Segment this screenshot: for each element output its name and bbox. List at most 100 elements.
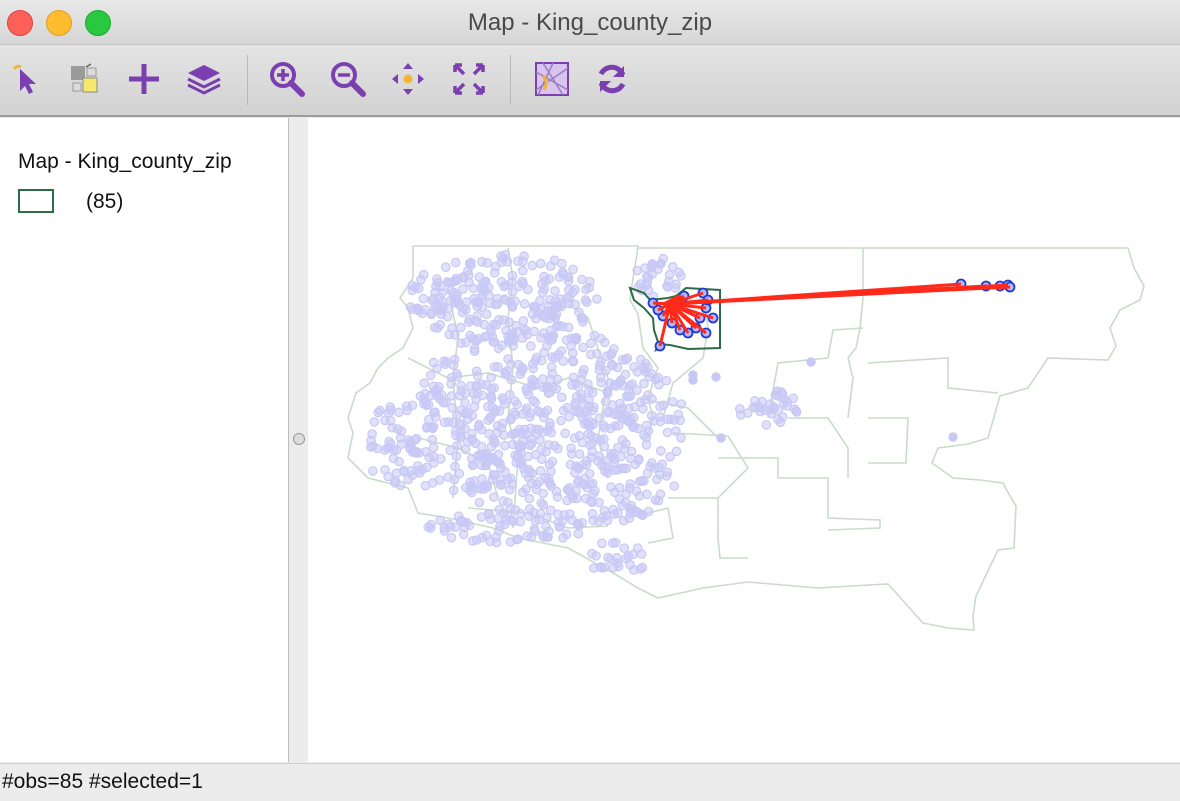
observation-point[interactable] bbox=[521, 383, 532, 394]
observation-point[interactable] bbox=[637, 562, 648, 573]
observation-point[interactable] bbox=[711, 372, 721, 382]
legend-swatch[interactable] bbox=[18, 189, 54, 213]
observation-point[interactable] bbox=[653, 372, 663, 383]
observation-point[interactable] bbox=[652, 474, 662, 485]
observation-point[interactable] bbox=[499, 430, 509, 440]
observation-point[interactable] bbox=[452, 290, 462, 301]
observation-point[interactable] bbox=[542, 512, 552, 523]
observation-point[interactable] bbox=[455, 322, 466, 333]
observation-point[interactable] bbox=[688, 375, 698, 385]
observation-point[interactable] bbox=[527, 374, 537, 385]
observation-point[interactable] bbox=[428, 442, 439, 453]
observation-point[interactable] bbox=[655, 401, 665, 412]
add-layer-button[interactable] bbox=[122, 57, 166, 101]
observation-point[interactable] bbox=[523, 284, 533, 295]
observation-point[interactable] bbox=[620, 438, 631, 449]
observation-point[interactable] bbox=[535, 465, 546, 476]
observation-point[interactable] bbox=[518, 487, 528, 498]
observation-point[interactable] bbox=[543, 532, 553, 542]
observation-point[interactable] bbox=[573, 528, 584, 539]
observation-point[interactable] bbox=[610, 421, 620, 431]
observation-point[interactable] bbox=[603, 552, 613, 563]
observation-point[interactable] bbox=[539, 284, 549, 294]
observation-point[interactable] bbox=[511, 457, 522, 468]
observation-point[interactable] bbox=[632, 265, 642, 276]
observation-point[interactable] bbox=[579, 365, 589, 375]
observation-point[interactable] bbox=[490, 438, 500, 448]
observation-point[interactable] bbox=[618, 515, 629, 526]
observation-point[interactable] bbox=[510, 396, 520, 406]
observation-point[interactable] bbox=[623, 391, 634, 402]
observation-point[interactable] bbox=[507, 270, 518, 281]
observation-point[interactable] bbox=[524, 493, 535, 504]
observation-point[interactable] bbox=[383, 471, 393, 482]
observation-point[interactable] bbox=[528, 363, 538, 374]
observation-point[interactable] bbox=[545, 374, 556, 385]
observation-point[interactable] bbox=[643, 390, 653, 400]
observation-point[interactable] bbox=[470, 315, 481, 326]
observation-point[interactable] bbox=[637, 510, 648, 520]
observation-point[interactable] bbox=[485, 536, 495, 547]
observation-point[interactable] bbox=[588, 515, 598, 526]
observation-point[interactable] bbox=[391, 468, 402, 478]
observation-point[interactable] bbox=[568, 356, 579, 367]
observation-point[interactable] bbox=[534, 476, 545, 487]
full-extent-button[interactable] bbox=[447, 57, 491, 101]
observation-point[interactable] bbox=[500, 440, 510, 451]
observation-point[interactable] bbox=[588, 405, 598, 416]
observation-point[interactable] bbox=[608, 504, 618, 515]
observation-point[interactable] bbox=[500, 280, 511, 290]
observation-point[interactable] bbox=[499, 519, 510, 530]
observation-point[interactable] bbox=[596, 377, 606, 388]
observation-point[interactable] bbox=[448, 417, 458, 428]
observation-point[interactable] bbox=[600, 461, 610, 472]
observation-point[interactable] bbox=[426, 309, 437, 320]
observation-point[interactable] bbox=[608, 562, 619, 573]
observation-point[interactable] bbox=[638, 403, 648, 414]
observation-point[interactable] bbox=[543, 425, 553, 436]
observation-point[interactable] bbox=[372, 443, 383, 454]
observation-point[interactable] bbox=[529, 301, 540, 312]
observation-point[interactable] bbox=[461, 337, 471, 348]
observation-point[interactable] bbox=[545, 387, 555, 398]
observation-point[interactable] bbox=[645, 461, 655, 472]
observation-point[interactable] bbox=[382, 443, 392, 453]
observation-point[interactable] bbox=[447, 323, 457, 333]
observation-point[interactable] bbox=[655, 445, 666, 456]
observation-point[interactable] bbox=[574, 475, 584, 486]
observation-point[interactable] bbox=[441, 397, 451, 408]
observation-point[interactable] bbox=[503, 474, 513, 485]
observation-point[interactable] bbox=[640, 358, 651, 369]
observation-point[interactable] bbox=[519, 299, 530, 309]
observation-point[interactable] bbox=[624, 483, 635, 493]
observation-point[interactable] bbox=[498, 418, 508, 429]
observation-point[interactable] bbox=[581, 297, 592, 307]
observation-point[interactable] bbox=[766, 408, 776, 419]
observation-point[interactable] bbox=[676, 432, 686, 443]
observation-point[interactable] bbox=[505, 537, 516, 547]
observation-point[interactable] bbox=[674, 267, 684, 278]
observation-point[interactable] bbox=[474, 497, 485, 508]
map-view[interactable] bbox=[308, 118, 1180, 762]
observation-point[interactable] bbox=[553, 443, 563, 454]
observation-point[interactable] bbox=[489, 268, 500, 278]
refresh-button[interactable] bbox=[590, 57, 634, 101]
observation-point[interactable] bbox=[513, 256, 523, 266]
layers-button[interactable] bbox=[182, 57, 226, 101]
observation-point[interactable] bbox=[602, 387, 613, 398]
observation-point[interactable] bbox=[647, 261, 657, 272]
observation-point[interactable] bbox=[646, 410, 657, 421]
observation-point[interactable] bbox=[537, 454, 547, 464]
observation-point[interactable] bbox=[498, 395, 509, 405]
panel-splitter[interactable] bbox=[289, 118, 307, 762]
observation-point[interactable] bbox=[506, 359, 516, 369]
observation-point[interactable] bbox=[456, 432, 467, 442]
observation-point[interactable] bbox=[525, 411, 535, 422]
observation-point[interactable] bbox=[545, 261, 556, 271]
observation-point[interactable] bbox=[435, 515, 445, 526]
observation-point[interactable] bbox=[591, 433, 602, 443]
observation-point[interactable] bbox=[621, 412, 632, 422]
observation-point[interactable] bbox=[411, 446, 422, 457]
observation-point[interactable] bbox=[557, 392, 567, 403]
observation-point[interactable] bbox=[464, 258, 475, 269]
